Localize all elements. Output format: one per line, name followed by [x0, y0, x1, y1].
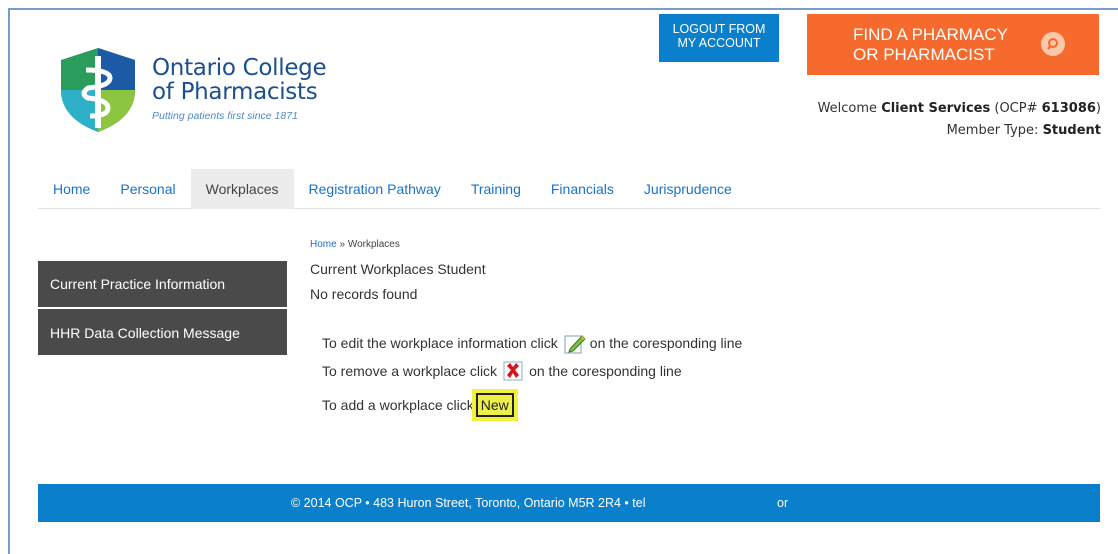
ocp-suffix: )	[1095, 101, 1101, 116]
edit-instruction: To edit the workplace information click …	[322, 333, 743, 354]
brand-name-line2: of Pharmacists	[152, 79, 318, 105]
search-icon	[1041, 32, 1065, 56]
add-instruction-prefix: To add a workplace click	[322, 397, 474, 413]
edit-instruction-prefix: To edit the workplace information click	[322, 335, 558, 351]
sidebar-item-hhr-data[interactable]: HHR Data Collection Message	[38, 309, 287, 355]
sidebar-item-label: HHR Data Collection Message	[50, 325, 240, 341]
sidebar-item-current-practice[interactable]: Current Practice Information	[38, 261, 287, 307]
logout-label-line1: LOGOUT FROM	[672, 22, 766, 36]
breadcrumb-current: Workplaces	[347, 239, 400, 250]
breadcrumb: Home » Workplaces	[310, 239, 400, 250]
remove-instruction-suffix: on the coresponding line	[529, 363, 682, 379]
tab-home[interactable]: Home	[38, 169, 105, 209]
window-frame-top	[8, 8, 1118, 10]
delete-x-icon	[503, 361, 523, 381]
empty-message: No records found	[310, 286, 418, 302]
remove-instruction: To remove a workplace click on the cores…	[322, 361, 682, 381]
tab-registration-pathway[interactable]: Registration Pathway	[294, 169, 456, 209]
ocp-number: 613086	[1041, 101, 1096, 116]
tab-training[interactable]: Training	[456, 169, 536, 209]
footer: © 2014 OCP • 483 Huron Street, Toronto, …	[38, 484, 1100, 522]
logout-label-line2: MY ACCOUNT	[677, 36, 761, 50]
breadcrumb-home[interactable]: Home	[310, 239, 337, 250]
brand-name: Ontario College of Pharmacists	[152, 55, 327, 105]
welcome-line: Welcome Client Services (OCP# 613086)	[818, 98, 1101, 120]
member-type-label: Member Type:	[946, 123, 1039, 138]
breadcrumb-separator: »	[339, 239, 346, 250]
brand-name-line1: Ontario College	[152, 55, 327, 81]
shield-logo-icon	[61, 48, 135, 132]
welcome-panel: Welcome Client Services (OCP# 613086) Me…	[818, 98, 1101, 142]
tab-financials[interactable]: Financials	[536, 169, 629, 209]
member-type-line: Member Type: Student	[818, 120, 1101, 142]
edit-instruction-suffix: on the coresponding line	[589, 335, 743, 351]
welcome-prefix: Welcome	[817, 101, 878, 116]
find-pharmacy-button[interactable]: FIND A PHARMACY OR PHARMACIST	[807, 14, 1099, 75]
tab-workplaces[interactable]: Workplaces	[190, 169, 294, 209]
member-type-value: Student	[1042, 123, 1101, 138]
remove-instruction-prefix: To remove a workplace click	[322, 363, 498, 379]
user-name: Client Services	[881, 101, 991, 116]
new-workplace-button[interactable]: New	[475, 393, 514, 417]
window-frame-left	[8, 8, 10, 554]
brand-tagline: Putting patients first since 1871	[152, 110, 298, 122]
main-nav: Home Personal Workplaces Registration Pa…	[38, 169, 1100, 209]
footer-address: © 2014 OCP • 483 Huron Street, Toronto, …	[291, 496, 646, 510]
add-instruction: To add a workplace click New	[322, 393, 514, 417]
edit-pencil-icon	[564, 333, 586, 354]
tab-personal[interactable]: Personal	[105, 169, 190, 209]
footer-or: or	[777, 496, 789, 510]
page-title: Current Workplaces Student	[310, 261, 486, 277]
ocp-prefix: (OCP#	[994, 101, 1038, 116]
ocp-logo[interactable]: Ontario College of Pharmacists Putting p…	[58, 46, 348, 136]
tab-jurisprudence[interactable]: Jurisprudence	[629, 169, 747, 209]
logout-button[interactable]: LOGOUT FROM MY ACCOUNT	[659, 14, 779, 62]
